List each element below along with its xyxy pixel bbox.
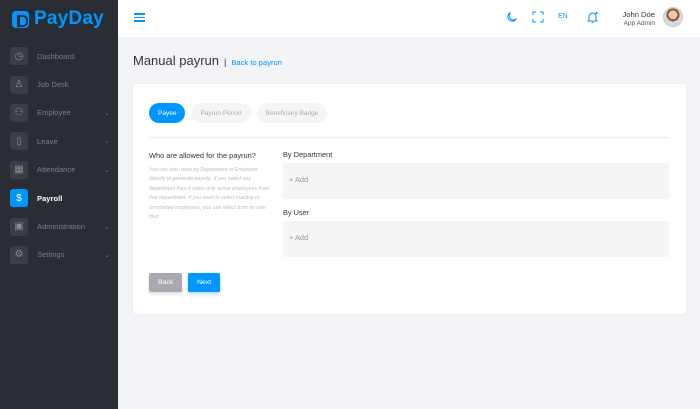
language-selector[interactable]: EN	[558, 13, 568, 20]
sidebar-item-attendance[interactable]: ▦ Attendance ⌄	[0, 156, 118, 184]
sidebar-item-administration[interactable]: ▣ Administration ⌄	[0, 212, 118, 240]
brand-logo[interactable]: PayDay	[0, 0, 118, 38]
add-user-button[interactable]: + Add	[289, 233, 308, 242]
add-department-button[interactable]: + Add	[289, 175, 308, 184]
sidebar-item-label: Payroll	[37, 193, 63, 203]
payee-info: Who are allowed for the payrun? You can …	[149, 151, 274, 222]
avatar[interactable]	[663, 7, 683, 27]
sidebar-nav: ◷ Dashboard ♙ Job Desk ⚇ Employee ⌄ ▯ Leave ⌄ ▦ Att…	[0, 42, 118, 269]
briefcase-icon: ▣	[10, 217, 28, 236]
divider	[149, 137, 670, 138]
payday-logo-icon	[12, 10, 29, 28]
tab-beneficiary-badge[interactable]: Beneficiary Badge	[256, 103, 328, 123]
back-to-payrun-link[interactable]: Back to payrun	[231, 58, 282, 67]
sidebar-item-settings[interactable]: ⚙ Settings ⌄	[0, 241, 118, 269]
back-button[interactable]: Back	[149, 273, 183, 292]
users-icon: ⚇	[10, 103, 28, 122]
menu-toggle-icon[interactable]	[134, 13, 145, 24]
chevron-down-icon[interactable]: ⌄	[104, 223, 110, 231]
sidebar-item-label: Dashboard	[37, 51, 75, 61]
tab-payrun-period[interactable]: Payrun Period	[191, 103, 251, 123]
dark-mode-moon-icon[interactable]	[506, 11, 518, 26]
sidebar-item-label: Attendance	[37, 165, 76, 175]
user-name: John Doe	[622, 10, 655, 19]
sidebar-item-label: Job Desk	[37, 80, 69, 90]
user-role: App Admin	[623, 20, 655, 27]
sidebar-item-label: Employee	[37, 108, 71, 118]
payee-selectors: By Department + Add By User + Add	[283, 150, 669, 257]
next-button[interactable]: Next	[188, 273, 221, 292]
payee-question: Who are allowed for the payrun?	[149, 151, 256, 160]
topbar: EN John Doe App Admin	[118, 0, 700, 37]
chevron-down-icon[interactable]: ⌄	[104, 166, 110, 174]
sidebar-item-dashboard[interactable]: ◷ Dashboard	[0, 42, 118, 70]
gear-icon: ⚙	[10, 245, 28, 264]
notification-bell-icon[interactable]	[586, 11, 599, 27]
form-actions: Back Next	[149, 273, 221, 292]
sidebar-item-label: Administration	[37, 222, 86, 232]
chevron-down-icon[interactable]: ⌄	[104, 137, 110, 145]
person-icon: ♙	[10, 75, 28, 94]
clock-icon: ◷	[10, 47, 28, 66]
breadcrumb: Manual payrun | Back to payrun	[133, 53, 282, 68]
chevron-down-icon[interactable]: ⌄	[104, 251, 110, 259]
sidebar-item-job-desk[interactable]: ♙ Job Desk	[0, 70, 118, 98]
sidebar: PayDay ◷ Dashboard ♙ Job Desk ⚇ Employee ⌄ ▯ Lea…	[0, 0, 118, 409]
sidebar-item-employee[interactable]: ⚇ Employee ⌄	[0, 99, 118, 127]
page-title: Manual payrun	[133, 53, 219, 68]
payrun-card: Payee Payrun Period Beneficiary Badge Wh…	[133, 84, 686, 314]
sidebar-item-label: Leave	[37, 136, 58, 146]
user-menu[interactable]: John Doe App Admin	[619, 10, 655, 27]
user-select-box[interactable]: + Add	[283, 221, 669, 257]
department-select-box[interactable]: + Add	[283, 163, 669, 199]
sidebar-item-label: Settings	[37, 250, 65, 260]
brand-name: PayDay	[34, 8, 104, 29]
breadcrumb-separator: |	[224, 57, 227, 67]
by-department-label: By Department	[283, 150, 333, 159]
sidebar-item-payroll[interactable]: $ Payroll	[0, 184, 118, 212]
leave-icon: ▯	[10, 132, 28, 151]
wizard-tabs: Payee Payrun Period Beneficiary Badge	[149, 103, 328, 123]
dollar-icon: $	[10, 189, 28, 208]
sidebar-item-leave[interactable]: ▯ Leave ⌄	[0, 127, 118, 155]
chevron-down-icon[interactable]: ⌄	[104, 109, 110, 117]
calendar-icon: ▦	[10, 160, 28, 179]
fullscreen-icon[interactable]	[532, 11, 544, 26]
tab-payee[interactable]: Payee	[149, 103, 186, 123]
payee-description: You can add users by Department or Emplo…	[149, 167, 269, 221]
by-user-label: By User	[283, 208, 310, 217]
